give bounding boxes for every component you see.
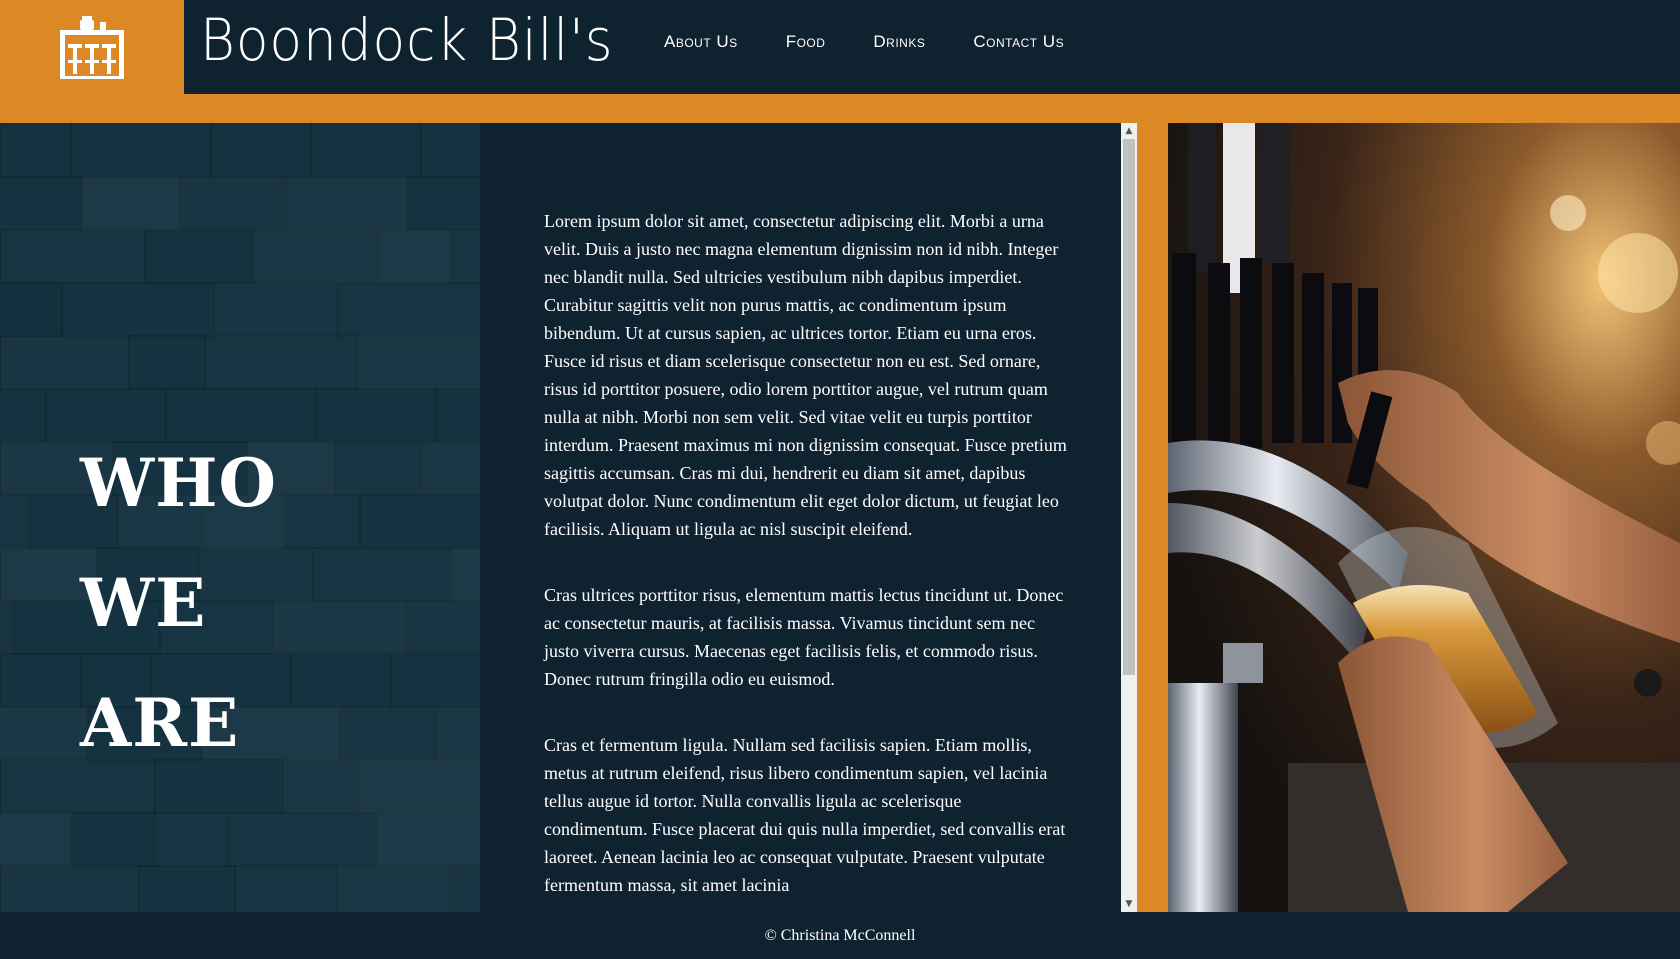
copyright-text: © Christina McConnell (764, 927, 916, 944)
site-footer: © Christina McConnell (0, 912, 1680, 959)
stone-block (282, 759, 360, 814)
stone-block (450, 865, 480, 912)
stone-block (138, 865, 236, 912)
stone-block (144, 229, 254, 284)
stone-block (0, 706, 89, 761)
stone-block (179, 176, 287, 231)
stone-block (0, 176, 83, 231)
hero-heading-word: ARE (80, 684, 240, 762)
hero-panel: WHO WE ARE (0, 123, 480, 912)
stone-block (310, 123, 422, 178)
nav-item-food[interactable]: Food (786, 32, 826, 52)
stone-block (0, 229, 146, 284)
stone-block (153, 812, 229, 867)
stone-block (420, 441, 480, 496)
stone-block (378, 229, 452, 284)
stone-block (128, 335, 206, 390)
header-accent-band (0, 94, 1680, 123)
stone-block (407, 176, 480, 231)
hero-heading-word: WE (80, 564, 207, 642)
stone-block (0, 812, 73, 867)
stone-block (0, 865, 140, 912)
paragraph: Cras et fermentum ligula. Nullam sed fac… (544, 735, 1066, 895)
stone-block (450, 547, 480, 602)
content-scrollbar[interactable]: ▲ ▼ (1121, 123, 1137, 912)
stone-block (356, 335, 480, 390)
hero-heading-word: WHO (80, 444, 277, 522)
stone-block (334, 441, 422, 496)
stone-block (71, 812, 155, 867)
stone-block (375, 812, 480, 867)
about-text: Lorem ipsum dolor sit amet, consectetur … (544, 207, 1069, 912)
bar-counter-icon (60, 16, 124, 79)
stone-block (358, 759, 480, 814)
nav-item-drinks[interactable]: Drinks (873, 32, 925, 52)
site-title[interactable]: Boondock Bill's (200, 0, 613, 94)
hero-heading: WHO WE ARE (80, 423, 277, 783)
stone-block (435, 388, 480, 443)
stone-block (213, 282, 339, 337)
stone-block (405, 600, 480, 655)
stone-block (339, 706, 437, 761)
main-nav: About Us Food Drinks Contact Us (664, 32, 1064, 52)
site-header: Boondock Bill's About Us Food Drinks Con… (0, 0, 1680, 94)
bartender-pouring-beer-photo (1168, 123, 1680, 912)
bartender-photo (1168, 123, 1680, 912)
stone-block (0, 123, 72, 178)
stone-block (0, 282, 63, 337)
stone-block (204, 335, 358, 390)
stone-block (420, 123, 480, 178)
stone-block (0, 494, 31, 549)
stone-block (312, 547, 452, 602)
accent-strip (1137, 123, 1168, 912)
stone-block (70, 123, 212, 178)
stone-block (227, 812, 377, 867)
stone-block (252, 229, 380, 284)
stone-block (450, 229, 480, 284)
nav-item-about-us[interactable]: About Us (664, 32, 738, 52)
logo[interactable] (0, 0, 184, 94)
stone-block (271, 600, 407, 655)
stone-block (210, 123, 312, 178)
paragraph: Cras ultrices porttitor risus, elementum… (544, 585, 1064, 689)
stone-block (290, 653, 392, 708)
stone-block (315, 388, 437, 443)
stone-block (81, 176, 181, 231)
scroll-down-arrow-icon[interactable]: ▼ (1121, 896, 1137, 912)
stone-block (0, 335, 130, 390)
stone-block (61, 282, 215, 337)
content-area[interactable]: Lorem ipsum dolor sit amet, consectetur … (480, 123, 1121, 912)
stone-block (390, 653, 480, 708)
stone-block (0, 388, 47, 443)
paragraph: Lorem ipsum dolor sit amet, consectetur … (544, 211, 1067, 539)
stone-block (337, 282, 480, 337)
stone-block (435, 706, 480, 761)
scroll-up-arrow-icon[interactable]: ▲ (1121, 123, 1137, 139)
nav-item-contact-us[interactable]: Contact Us (973, 32, 1064, 52)
stone-block (0, 653, 82, 708)
stone-block (336, 865, 452, 912)
stone-block (359, 494, 480, 549)
scrollbar-thumb[interactable] (1123, 139, 1135, 675)
stone-block (234, 865, 338, 912)
stone-block (285, 176, 409, 231)
stone-block (285, 494, 361, 549)
